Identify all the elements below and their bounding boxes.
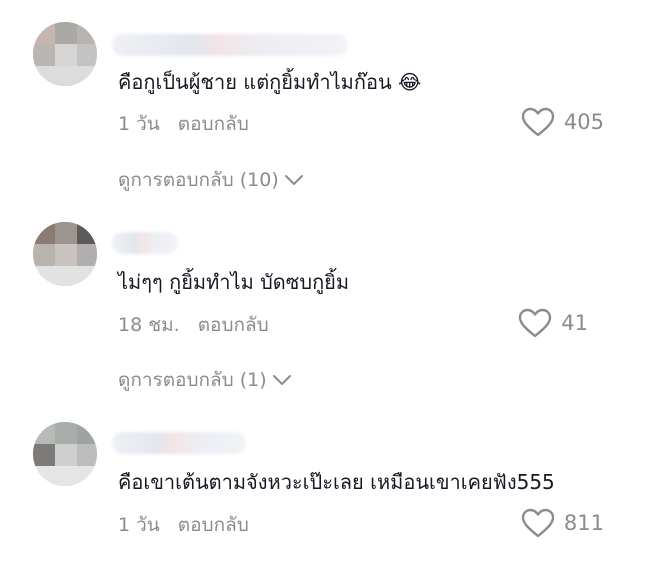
chevron-down-icon	[284, 175, 303, 185]
like-count: 41	[561, 311, 588, 335]
reply-button[interactable]: ตอบกลับ	[178, 113, 249, 135]
avatar[interactable]	[33, 422, 97, 486]
chevron-down-icon	[272, 375, 291, 385]
view-replies-button[interactable]: ดูการตอบกลับ (1)	[118, 367, 293, 393]
username-blurred[interactable]	[112, 432, 246, 454]
reply-button[interactable]: ตอบกลับ	[178, 514, 249, 536]
comment-time: 1 วัน	[118, 113, 160, 135]
comment-text: ไม่ๆๆ กูยิ้มทำไม บัดซบกูยิ้ม	[118, 270, 350, 294]
view-replies-label: ดูการตอบกลับ (1)	[118, 369, 267, 391]
comment-meta: 1 วัน ตอบกลับ	[118, 512, 249, 538]
view-replies-label: ดูการตอบกลับ (10)	[118, 169, 279, 191]
view-replies-button[interactable]: ดูการตอบกลับ (10)	[118, 167, 305, 193]
comment-text: คือกูเป็นผู้ชาย แต่กูยิ้มทำไมก๊อน 😂	[118, 70, 422, 94]
username-blurred[interactable]	[112, 34, 348, 56]
like-button[interactable]: 405	[520, 106, 604, 138]
comment-meta: 18 ชม. ตอบกลับ	[118, 312, 269, 338]
avatar[interactable]	[33, 222, 97, 286]
heart-outline-icon	[519, 308, 552, 338]
comment-time: 18 ชม.	[118, 314, 180, 336]
avatar[interactable]	[33, 22, 97, 86]
reply-button[interactable]: ตอบกลับ	[198, 314, 269, 336]
like-button[interactable]: 41	[517, 307, 588, 339]
comment-meta: 1 วัน ตอบกลับ	[118, 111, 249, 137]
like-count: 811	[563, 511, 604, 535]
like-button[interactable]: 811	[520, 507, 604, 539]
like-count: 405	[563, 110, 604, 134]
heart-outline-icon	[521, 107, 555, 137]
heart-outline-icon	[521, 508, 555, 538]
comment-time: 1 วัน	[118, 514, 160, 536]
comment-text: คือเขาเต้นตามจังหวะเป๊ะเลย เหมือนเขาเคยฟ…	[118, 470, 555, 494]
username-blurred[interactable]	[112, 232, 178, 254]
